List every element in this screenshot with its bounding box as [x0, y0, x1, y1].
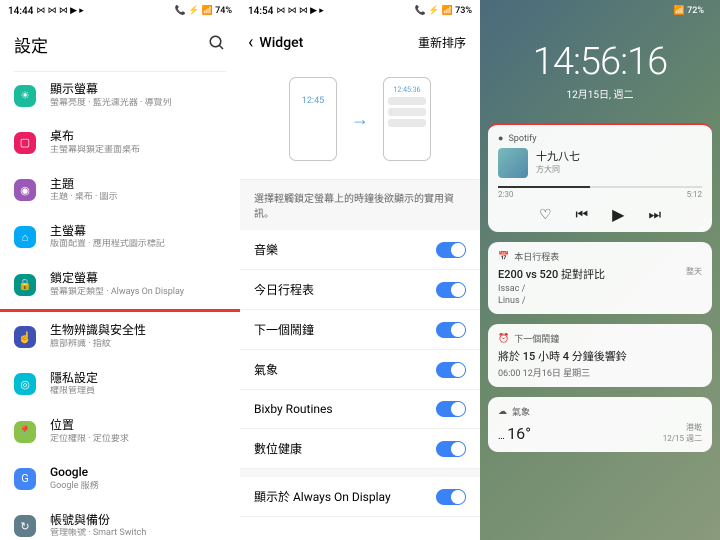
- search-icon[interactable]: [208, 34, 226, 56]
- toggle-switch[interactable]: [436, 322, 466, 338]
- notification-card[interactable]: ⏰下一個鬧鐘 將於 15 小時 4 分鐘後響鈴06:00 12月16日 星期三: [488, 324, 712, 387]
- settings-row[interactable]: 🔒 鎖定螢幕螢幕鎖定類型 · Always On Display: [0, 261, 240, 308]
- settings-row[interactable]: ◉ 主題主題 · 桌布 · 圖示: [0, 167, 240, 214]
- toggle-row[interactable]: 今日行程表: [240, 270, 480, 310]
- phone-before: 12:45: [289, 77, 337, 161]
- track-artist: 方大同: [536, 164, 702, 175]
- reorder-button[interactable]: 重新排序: [418, 34, 466, 51]
- row-icon: G: [14, 468, 36, 490]
- status-bar: 📶 72%: [488, 0, 712, 22]
- aod-toggle-row[interactable]: 顯示於 Always On Display: [240, 477, 480, 517]
- page-title: Widget: [259, 35, 412, 51]
- spotify-card[interactable]: ●Spotify 十九八七 方大同 2:305:12 ♡ ⏮ ▶ ⏭: [488, 123, 712, 232]
- settings-row[interactable]: ⌂ 主螢幕版面配置 · 應用程式圖示標記: [0, 214, 240, 261]
- settings-row[interactable]: ☝ 生物辨識與安全性臉部辨識 · 指紋: [0, 313, 240, 360]
- settings-row[interactable]: ↻ 帳號與備份管理帳號 · Smart Switch: [0, 503, 240, 540]
- settings-row[interactable]: G GoogleGoogle 服務: [0, 455, 240, 502]
- heart-icon[interactable]: ♡: [539, 207, 552, 223]
- toggle-switch[interactable]: [436, 282, 466, 298]
- widget-header: ‹ Widget 重新排序: [240, 22, 480, 63]
- settings-header: 設定: [0, 22, 240, 71]
- settings-panel: 14:44⋈ ⋈ ⋈ ▶ ▸ 📞 ⚡ 📶 74% 設定 ☀ 顯示螢幕螢幕亮度 ·…: [0, 0, 240, 540]
- status-bar: 14:44⋈ ⋈ ⋈ ▶ ▸ 📞 ⚡ 📶 74%: [0, 0, 240, 22]
- widget-diagram: 12:45 → 12:45:36: [240, 63, 480, 179]
- toggle-switch[interactable]: [436, 242, 466, 258]
- album-art: [498, 148, 528, 178]
- row-icon: ☝: [14, 326, 36, 348]
- widget-panel: 14:54⋈ ⋈ ⋈ ▶ ▸ 📞 ⚡ 📶 73% ‹ Widget 重新排序 1…: [240, 0, 480, 540]
- toggle-switch[interactable]: [436, 401, 466, 417]
- row-icon: 🔒: [14, 274, 36, 296]
- prev-icon[interactable]: ⏮: [576, 207, 589, 223]
- settings-row[interactable]: 📍 位置定位權限 · 定位要求: [0, 408, 240, 455]
- toggle-row[interactable]: 下一個鬧鐘: [240, 310, 480, 350]
- toggle-switch[interactable]: [436, 441, 466, 457]
- toggle-row[interactable]: 氣象: [240, 350, 480, 390]
- next-icon[interactable]: ⏭: [648, 207, 661, 223]
- lockscreen-clock[interactable]: 14:56:16 12月15日, 週二: [488, 40, 712, 101]
- row-icon: ⌂: [14, 226, 36, 248]
- phone-after: 12:45:36: [383, 77, 431, 161]
- toggle-switch[interactable]: [436, 489, 466, 505]
- arrow-icon: →: [351, 109, 369, 130]
- page-title: 設定: [14, 32, 48, 57]
- widget-description: 選擇輕觸鎖定螢幕上的時鐘後欲顯示的實用資訊。: [240, 179, 480, 230]
- settings-row[interactable]: ◎ 隱私設定權限管理員: [0, 361, 240, 408]
- settings-row[interactable]: ☀ 顯示螢幕螢幕亮度 · 藍光濾光器 · 導覽列: [0, 72, 240, 119]
- row-icon: 📍: [14, 421, 36, 443]
- settings-row[interactable]: ▢ 桌布主螢幕與鎖定畫面桌布: [0, 119, 240, 166]
- row-icon: ↻: [14, 515, 36, 537]
- row-icon: ☀: [14, 85, 36, 107]
- lockscreen-panel: 📶 72% 14:56:16 12月15日, 週二 ●Spotify 十九八七 …: [480, 0, 720, 540]
- weather-card[interactable]: ☁氣象 … 16° 港墘12/15 週二: [488, 397, 712, 452]
- status-bar: 14:54⋈ ⋈ ⋈ ▶ ▸ 📞 ⚡ 📶 73%: [240, 0, 480, 22]
- track-title: 十九八七: [536, 148, 702, 164]
- row-icon: ◉: [14, 179, 36, 201]
- toggle-row[interactable]: Bixby Routines: [240, 390, 480, 429]
- back-icon[interactable]: ‹: [248, 32, 253, 53]
- spotify-icon: ●: [498, 133, 503, 144]
- notification-card[interactable]: 📅本日行程表 整天E200 vs 520 捉對評比Issac /Linus /: [488, 242, 712, 314]
- row-icon: ◎: [14, 373, 36, 395]
- toggle-row[interactable]: 音樂: [240, 230, 480, 270]
- play-icon[interactable]: ▶: [612, 205, 624, 224]
- progress-bar[interactable]: [498, 186, 702, 188]
- row-icon: ▢: [14, 132, 36, 154]
- weather-icon: ☁: [498, 407, 507, 417]
- toggle-switch[interactable]: [436, 362, 466, 378]
- toggle-row[interactable]: 數位健康: [240, 429, 480, 469]
